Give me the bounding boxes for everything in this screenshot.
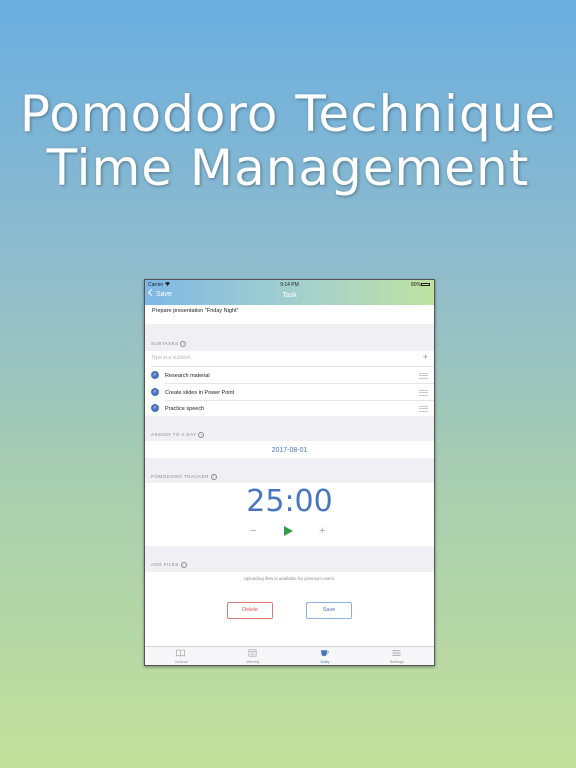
save-button[interactable]: Save <box>306 602 352 619</box>
tab-bar: Journal Weekly Daily Settings <box>145 646 434 665</box>
cup-icon <box>320 650 329 657</box>
assigned-date[interactable]: 2017-08-01 <box>145 447 434 454</box>
pomodoro-section-label: POMODORO TRACKER i <box>151 474 217 480</box>
plus-icon[interactable]: + <box>319 525 325 537</box>
minus-icon[interactable]: − <box>250 525 256 537</box>
promo-title-line1: Pomodoro Technique <box>19 85 557 143</box>
assign-section-label: ASSIGN TO A DAY i <box>151 432 205 438</box>
info-icon: i <box>210 474 217 480</box>
files-premium-note: Uploading files is available for premium… <box>243 576 336 581</box>
battery-icon <box>421 283 430 286</box>
info-icon: i <box>180 562 187 568</box>
clock-label: 9:14 PM <box>280 282 299 288</box>
delete-button[interactable]: Delete <box>227 602 273 619</box>
drag-handle-icon[interactable] <box>419 406 428 412</box>
tab-label: Settings <box>389 659 405 664</box>
menu-icon <box>392 650 401 656</box>
divider <box>151 366 434 367</box>
tab-weekly[interactable]: Weekly <box>217 647 289 665</box>
task-title-field[interactable]: Prepare presentation "Friday Night" <box>152 308 238 314</box>
section-separator <box>145 324 434 351</box>
tab-label: Daily <box>320 659 330 664</box>
checkmark-icon[interactable]: ✓ <box>151 404 159 412</box>
tab-label: Journal <box>174 659 188 664</box>
header-bar: Carrier 9:14 PM 80% Save Task <box>145 280 434 305</box>
info-icon: i <box>180 341 187 347</box>
subtasks-section-label: SUBTASKS i <box>151 341 187 347</box>
play-icon[interactable] <box>284 526 293 536</box>
app-screen: Carrier 9:14 PM 80% Save Task Prepare pr… <box>144 279 435 666</box>
tab-daily[interactable]: Daily <box>289 647 361 665</box>
drag-handle-icon[interactable] <box>419 390 428 396</box>
pomodoro-timer: 25:00 <box>246 484 333 519</box>
subtask-label: Create slides in Power Point <box>165 390 235 396</box>
files-section-label: ADD FILES i <box>151 562 187 568</box>
drag-handle-icon[interactable] <box>419 373 428 379</box>
add-subtask-icon[interactable]: + <box>423 352 428 362</box>
book-icon <box>176 649 185 657</box>
info-icon: i <box>198 432 205 438</box>
tab-label: Weekly <box>246 659 260 664</box>
checkmark-icon[interactable]: ✓ <box>151 388 159 396</box>
section-separator <box>145 546 434 572</box>
tab-settings[interactable]: Settings <box>361 647 433 665</box>
promo-title-line2: Time Management <box>46 139 530 197</box>
divider <box>165 383 434 384</box>
subtask-input[interactable]: Type in a subtask... <box>151 355 194 361</box>
calendar-icon <box>248 649 257 657</box>
divider <box>165 400 434 401</box>
subtask-label: Research material <box>165 373 210 379</box>
battery-label: 80% <box>411 282 422 288</box>
page-title: Task <box>282 292 297 299</box>
tab-journal[interactable]: Journal <box>145 647 217 665</box>
checkmark-icon[interactable]: ✓ <box>151 371 159 379</box>
subtask-label: Practice speech <box>165 406 205 412</box>
